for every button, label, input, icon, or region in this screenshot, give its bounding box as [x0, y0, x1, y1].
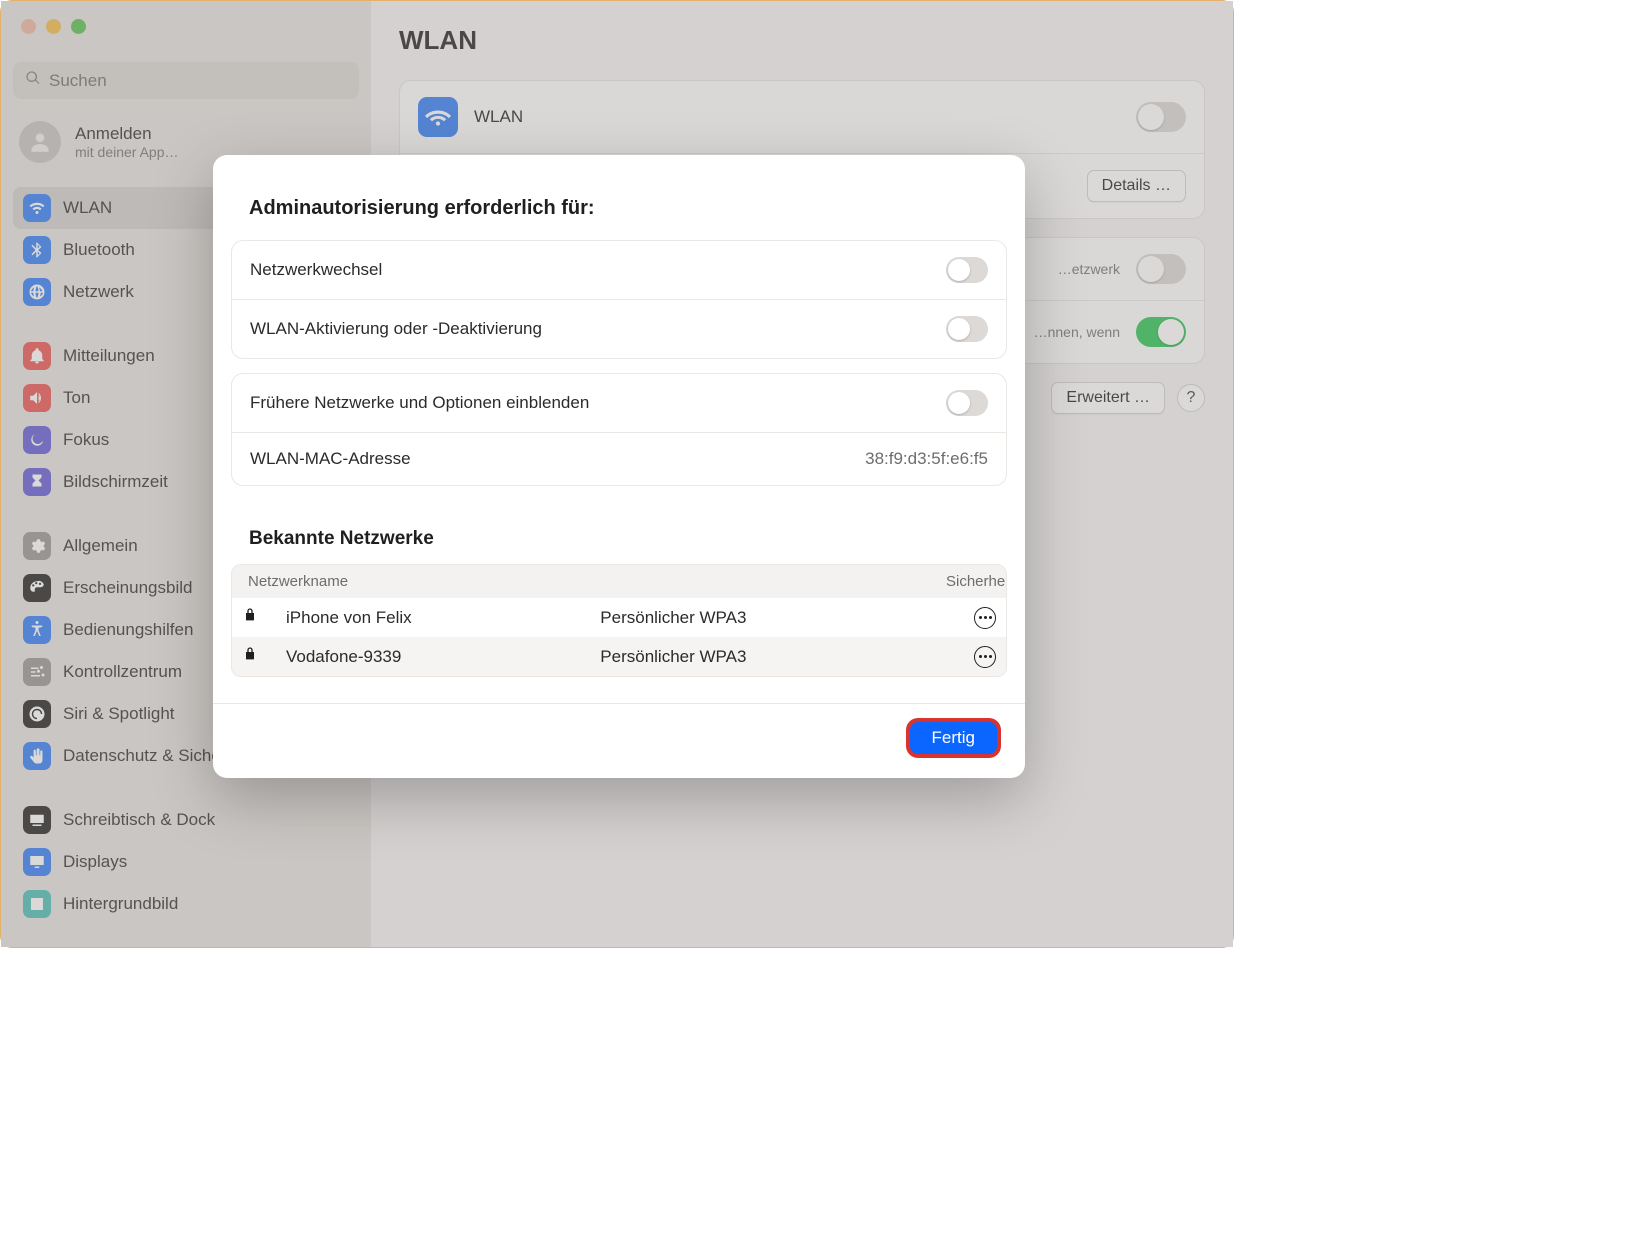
known-networks-heading: Bekannte Netzwerke — [213, 500, 1025, 564]
more-icon[interactable] — [974, 607, 996, 629]
toggle-wlan-activation[interactable] — [946, 316, 988, 342]
row-mac-address: WLAN-MAC-Adresse 38:f9:d3:5f:e6:f5 — [232, 432, 1006, 485]
row-wlan-toggle: WLAN-Aktivierung oder -Deaktivierung — [232, 299, 1006, 358]
row-show-prev: Frühere Netzwerke und Optionen einblende… — [232, 374, 1006, 432]
done-button[interactable]: Fertig — [910, 722, 997, 754]
table-row[interactable]: iPhone von FelixPersönlicher WPA3 — [232, 598, 1006, 637]
modal-heading: Adminautorisierung erforderlich für: — [213, 183, 1025, 240]
network-security: Persönlicher WPA3 — [600, 647, 946, 667]
col-name: Netzwerkname — [242, 573, 600, 590]
label-show-prev: Frühere Netzwerke und Optionen einblende… — [250, 393, 589, 413]
known-networks-table: Netzwerkname Sicherheitstyp iPhone von F… — [231, 564, 1007, 677]
table-row[interactable]: Vodafone-9339Persönlicher WPA3 — [232, 637, 1006, 676]
row-network-change: Netzwerkwechsel — [232, 241, 1006, 299]
table-header: Netzwerkname Sicherheitstyp — [232, 565, 1006, 598]
admin-modal: Adminautorisierung erforderlich für: Net… — [213, 155, 1025, 778]
value-mac-address: 38:f9:d3:5f:e6:f5 — [865, 449, 988, 469]
network-name: Vodafone-9339 — [286, 647, 600, 667]
lock-icon — [242, 606, 286, 629]
network-name: iPhone von Felix — [286, 608, 600, 628]
more-icon[interactable] — [974, 646, 996, 668]
col-security: Sicherheitstyp — [946, 573, 996, 590]
network-security: Persönlicher WPA3 — [600, 608, 946, 628]
label-network-change: Netzwerkwechsel — [250, 260, 382, 280]
toggle-network-change[interactable] — [946, 257, 988, 283]
lock-icon — [242, 645, 286, 668]
admin-toggles-card: Netzwerkwechsel WLAN-Aktivierung oder -D… — [231, 240, 1007, 359]
label-mac-address: WLAN-MAC-Adresse — [250, 449, 411, 469]
toggle-show-prev[interactable] — [946, 390, 988, 416]
options-card: Frühere Netzwerke und Optionen einblende… — [231, 373, 1007, 486]
label-wlan-toggle: WLAN-Aktivierung oder -Deaktivierung — [250, 319, 542, 339]
